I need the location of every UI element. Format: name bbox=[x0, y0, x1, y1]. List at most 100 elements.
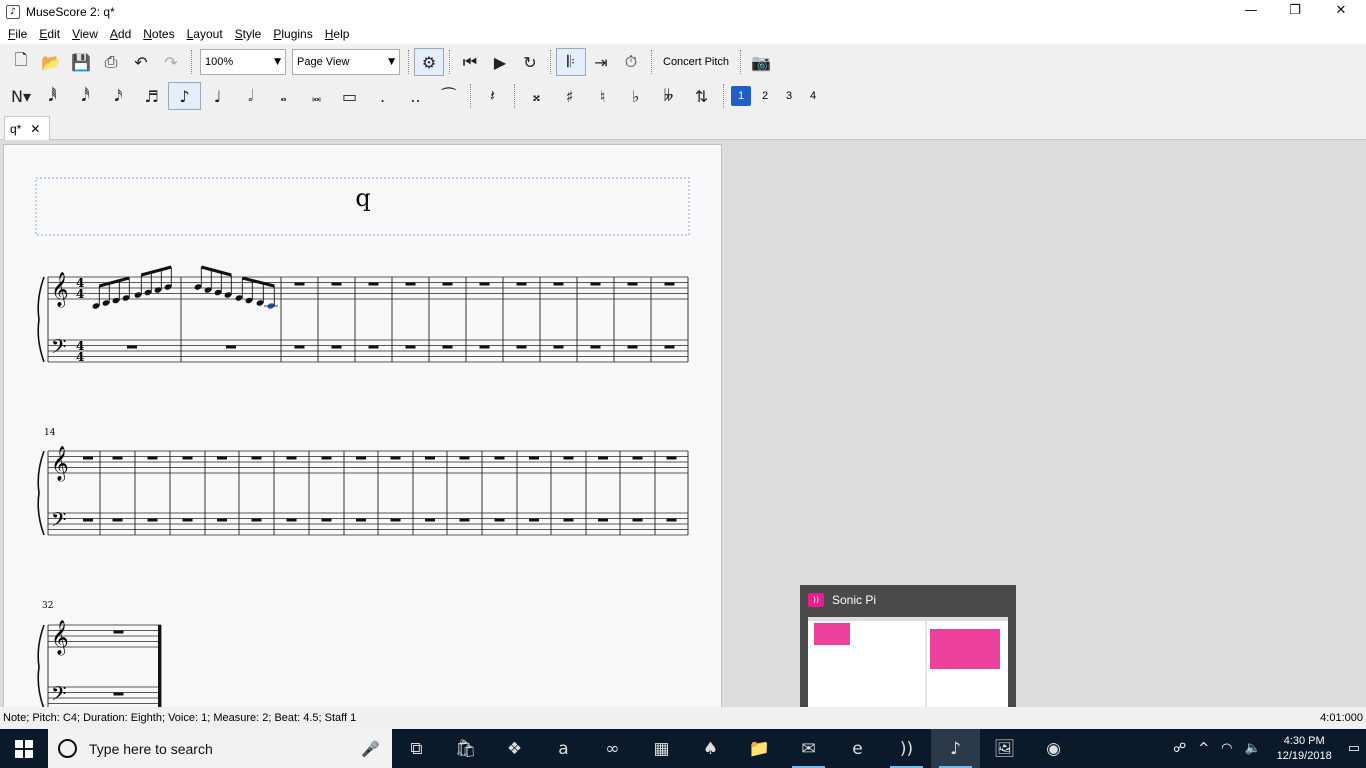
people-icon[interactable]: ☍ bbox=[1167, 741, 1192, 756]
store-icon[interactable]: 🛍 bbox=[441, 729, 490, 768]
tab-score[interactable]: q* ✕ bbox=[4, 116, 50, 140]
menu-edit[interactable]: Edit bbox=[33, 24, 66, 44]
volume-icon[interactable]: 🔈 bbox=[1238, 741, 1266, 756]
flat-icon[interactable]: ♭ bbox=[619, 82, 652, 110]
natural-icon[interactable]: ♮ bbox=[586, 82, 619, 110]
minimize-button[interactable]: — bbox=[1228, 0, 1274, 23]
voice-2-button[interactable]: 2 bbox=[755, 86, 775, 106]
calculator-icon[interactable]: ▦ bbox=[637, 729, 686, 768]
menu-plugins[interactable]: Plugins bbox=[267, 24, 318, 44]
sonic-pi-preview[interactable]: )) Sonic Pi bbox=[800, 585, 1016, 707]
concert-pitch-toggle[interactable]: Concert Pitch bbox=[657, 48, 735, 76]
whole-rest bbox=[494, 456, 505, 460]
menu-style[interactable]: Style bbox=[229, 24, 268, 44]
16th-note-icon[interactable]: ♬ bbox=[135, 82, 168, 110]
musescore-taskbar-icon[interactable]: ♪ bbox=[931, 729, 980, 768]
dot-icon[interactable]: . bbox=[366, 82, 399, 110]
wifi-icon[interactable]: ◠ bbox=[1215, 741, 1238, 756]
brace bbox=[37, 276, 45, 363]
breve-icon[interactable]: 𝅜 bbox=[300, 82, 333, 110]
arduino-icon[interactable]: ∞ bbox=[588, 729, 637, 768]
voice-4-button[interactable]: 4 bbox=[803, 86, 823, 106]
open-folder-icon[interactable]: 📂 bbox=[36, 48, 66, 76]
task-view-icon[interactable]: ⧉ bbox=[392, 729, 441, 768]
print-icon[interactable]: ⎙ bbox=[96, 48, 126, 76]
rest-icon[interactable]: 𝄽 bbox=[476, 82, 509, 110]
camera-icon[interactable]: 📷 bbox=[746, 48, 776, 76]
edge-icon[interactable]: e bbox=[833, 729, 882, 768]
taskbar-search-box[interactable]: Type here to search 🎤 bbox=[48, 729, 392, 768]
toolbar-separator bbox=[470, 84, 471, 108]
sonic-pi-taskbar-icon[interactable]: )) bbox=[882, 729, 931, 768]
menu-file[interactable]: File bbox=[2, 24, 33, 44]
windows-start-button[interactable] bbox=[0, 729, 48, 768]
eighth-note-icon[interactable]: ♪ bbox=[168, 82, 201, 110]
half-note-icon[interactable]: 𝅗𝅥 bbox=[234, 82, 267, 110]
score-notation[interactable]: q 𝄞𝄢4444𝄞𝄢𝄞𝄢 14 32 bbox=[4, 145, 723, 707]
view-mode-select[interactable]: Page View ▼ bbox=[292, 49, 400, 75]
whole-rest bbox=[563, 456, 574, 460]
double-dot-icon[interactable]: .. bbox=[399, 82, 432, 110]
whole-note-icon[interactable]: 𝅝 bbox=[267, 82, 300, 110]
whole-rest bbox=[83, 456, 93, 460]
metronome-icon[interactable]: ⏱ bbox=[616, 48, 646, 76]
double-flat-icon[interactable]: 𝄫 bbox=[652, 82, 685, 110]
solitaire-icon[interactable]: ♠ bbox=[686, 729, 735, 768]
tie-icon[interactable]: ⁀ bbox=[432, 82, 465, 110]
menu-layout[interactable]: Layout bbox=[181, 24, 229, 44]
menu-bar: File Edit View Add Notes Layout Style Pl… bbox=[0, 23, 1366, 44]
restore-button[interactable]: ❐ bbox=[1272, 0, 1318, 23]
longa-icon[interactable]: ▭ bbox=[333, 82, 366, 110]
quarter-note-icon[interactable]: ♩ bbox=[201, 82, 234, 110]
status-bar: Note; Pitch: C4; Duration: Eighth; Voice… bbox=[0, 707, 1366, 729]
undo-icon[interactable]: ↶ bbox=[126, 48, 156, 76]
microphone-icon[interactable]: 🎤 bbox=[361, 740, 380, 758]
taskbar-clock[interactable]: 4:30 PM 12/19/2018 bbox=[1267, 734, 1342, 764]
pan-score-icon[interactable]: ⇥ bbox=[586, 48, 616, 76]
preview-thumbnail[interactable] bbox=[808, 617, 1008, 707]
chrome-icon[interactable]: ◉ bbox=[1029, 729, 1078, 768]
menu-notes[interactable]: Notes bbox=[137, 24, 180, 44]
flip-direction-icon[interactable]: ⇅ bbox=[685, 82, 718, 110]
loop-icon[interactable]: ↻ bbox=[515, 48, 545, 76]
dropbox-icon[interactable]: ❖ bbox=[490, 729, 539, 768]
midi-input-icon[interactable]: ⚙ bbox=[414, 48, 444, 76]
redo-icon[interactable]: ↷ bbox=[156, 48, 186, 76]
sharp-icon[interactable]: ♯ bbox=[553, 82, 586, 110]
file-explorer-icon[interactable]: 📁 bbox=[735, 729, 784, 768]
amazon-icon[interactable]: a bbox=[539, 729, 588, 768]
32nd-note-icon[interactable]: 𝅘𝅥𝅰 bbox=[69, 82, 102, 110]
paint-icon[interactable]: 🖼 bbox=[980, 729, 1029, 768]
play-icon[interactable]: ▶ bbox=[485, 48, 515, 76]
notifications-icon[interactable]: ▭ bbox=[1342, 741, 1366, 756]
preview-title: )) Sonic Pi bbox=[808, 593, 876, 607]
score-title[interactable]: q bbox=[355, 184, 370, 212]
save-icon[interactable]: 💾 bbox=[66, 48, 96, 76]
menu-view[interactable]: View bbox=[66, 24, 104, 44]
new-score-icon[interactable]: 🗋 bbox=[6, 48, 36, 76]
double-sharp-icon[interactable]: 𝄪 bbox=[520, 82, 553, 110]
menu-help[interactable]: Help bbox=[319, 24, 356, 44]
treble-clef: 𝄞 bbox=[51, 620, 69, 656]
whole-rest bbox=[632, 518, 643, 522]
chevron-up-icon[interactable]: ^ bbox=[1192, 741, 1215, 756]
voice-1-button[interactable]: 1 bbox=[731, 86, 751, 106]
outlook-icon[interactable]: ✉ bbox=[784, 729, 833, 768]
score-canvas[interactable]: q 𝄞 𝄢 4 4 4 4 𝄞 𝄢 𝄞 𝄢 14 32 )) Sonic Pi bbox=[0, 140, 1366, 707]
voice-3-button[interactable]: 3 bbox=[779, 86, 799, 106]
close-button[interactable]: ✕ bbox=[1318, 0, 1364, 23]
menu-add[interactable]: Add bbox=[104, 24, 137, 44]
close-icon[interactable]: ✕ bbox=[30, 122, 40, 136]
16th-note-icon[interactable]: 𝅘𝅥𝅯 bbox=[102, 82, 135, 110]
score-page[interactable]: q 𝄞 𝄢 4 4 4 4 𝄞 𝄢 𝄞 𝄢 14 32 bbox=[3, 144, 722, 707]
system-tray: ☍ ^ ◠ 🔈 4:30 PM 12/19/2018 ▭ bbox=[1167, 734, 1366, 764]
play-repeats-icon[interactable]: 𝄆 bbox=[556, 48, 586, 76]
zoom-select[interactable]: 100% ▼ bbox=[200, 49, 286, 75]
whole-rest bbox=[666, 518, 677, 522]
rewind-icon[interactable]: ⏮ bbox=[455, 48, 485, 76]
preview-title-text: Sonic Pi bbox=[832, 593, 877, 607]
window-title: MuseScore 2: q* bbox=[26, 4, 115, 19]
64th-note-icon[interactable]: 𝅘𝅥𝅱 bbox=[36, 82, 69, 110]
note-input-mode-icon[interactable]: N▾ bbox=[6, 82, 36, 110]
status-position: 4:01:000 bbox=[1320, 712, 1363, 724]
